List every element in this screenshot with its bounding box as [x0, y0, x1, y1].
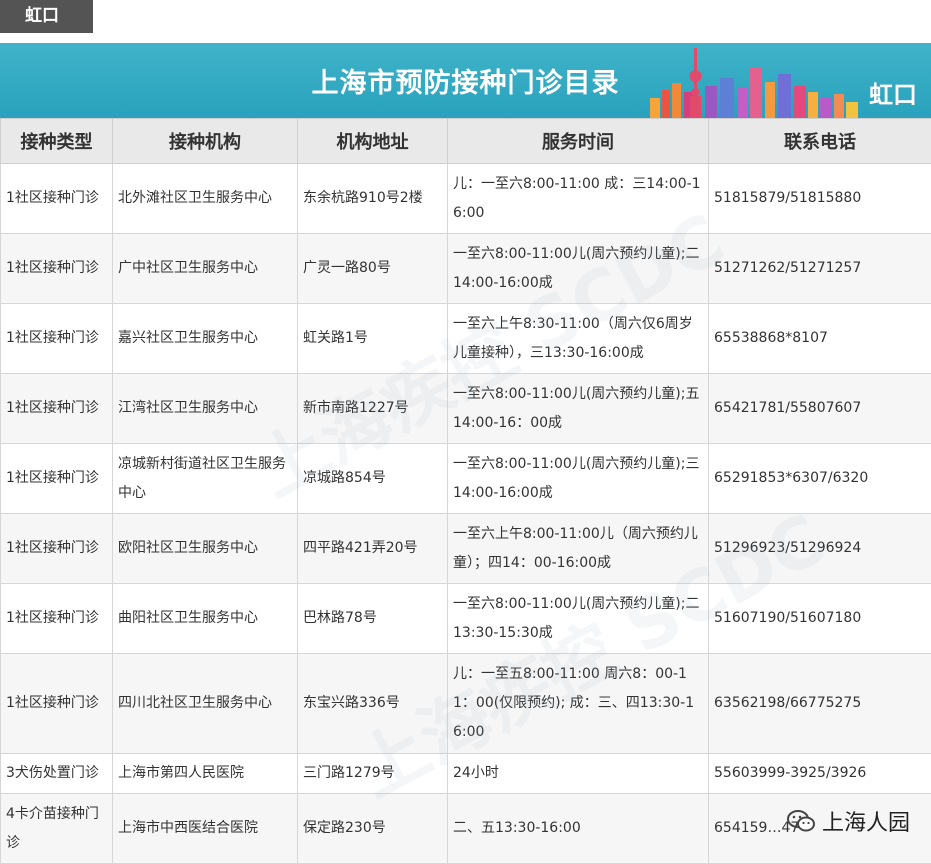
cell-type: 1社区接种门诊: [1, 514, 113, 584]
table-row: 1社区接种门诊 四川北社区卫生服务中心 东宝兴路336号 儿：一至五8:00-1…: [1, 654, 931, 754]
cell-institution: 上海市第四人民医院: [113, 754, 298, 794]
cell-type: 1社区接种门诊: [1, 234, 113, 304]
cell-institution: 上海市中西医结合医院: [113, 794, 298, 864]
cell-address: 凉城路854号: [298, 444, 448, 514]
wechat-account-badge: 上海人园: [786, 806, 910, 836]
banner-title: 上海市预防接种门诊目录: [0, 61, 931, 100]
cell-institution: 欧阳社区卫生服务中心: [113, 514, 298, 584]
cell-hours: 儿：一至五8:00-11:00 周六8：00-11：00(仅限预约); 成：三、…: [448, 654, 709, 754]
cell-address: 东余杭路910号2楼: [298, 164, 448, 234]
cell-hours: 一至六8:00-11:00儿(周六预约儿童);五14:00-16：00成: [448, 374, 709, 444]
cell-address: 广灵一路80号: [298, 234, 448, 304]
cell-institution: 江湾社区卫生服务中心: [113, 374, 298, 444]
cell-hours: 一至六上午8:00-11:00儿（周六预约儿童）；四14：00-16:00成: [448, 514, 709, 584]
cell-hours: 儿：一至六8:00-11:00 成：三14:00-16:00: [448, 164, 709, 234]
cell-type: 1社区接种门诊: [1, 374, 113, 444]
cell-type: 1社区接种门诊: [1, 304, 113, 374]
header-service-hours: 服务时间: [448, 119, 709, 164]
district-tag: 虹口: [0, 0, 93, 33]
cell-phone: 51296923/51296924: [709, 514, 931, 584]
cell-institution: 凉城新村街道社区卫生服务中心: [113, 444, 298, 514]
cell-hours: 一至六8:00-11:00儿(周六预约儿童);三14:00-16:00成: [448, 444, 709, 514]
cell-phone: 55603999-3925/3926: [709, 754, 931, 794]
cell-type: 1社区接种门诊: [1, 654, 113, 754]
cell-address: 保定路230号: [298, 794, 448, 864]
table-row: 1社区接种门诊 曲阳社区卫生服务中心 巴林路78号 一至六8:00-11:00儿…: [1, 584, 931, 654]
table-row: 1社区接种门诊 凉城新村街道社区卫生服务中心 凉城路854号 一至六8:00-1…: [1, 444, 931, 514]
cell-address: 巴林路78号: [298, 584, 448, 654]
clinic-table: 接种类型 接种机构 机构地址 服务时间 联系电话 1社区接种门诊 北外滩社区卫生…: [0, 118, 931, 864]
cell-address: 虹关路1号: [298, 304, 448, 374]
cell-phone: 65538868*8107: [709, 304, 931, 374]
cell-type: 1社区接种门诊: [1, 584, 113, 654]
cell-phone: 51271262/51271257: [709, 234, 931, 304]
cell-type: 1社区接种门诊: [1, 444, 113, 514]
header-phone: 联系电话: [709, 119, 931, 164]
cell-hours: 24小时: [448, 754, 709, 794]
title-banner: 上海市预防接种门诊目录 虹口: [0, 43, 931, 118]
wechat-icon: [786, 808, 816, 834]
header-address: 机构地址: [298, 119, 448, 164]
cell-hours: 一至六上午8:30-11:00（周六仅6周岁儿童接种），三13:30-16:00…: [448, 304, 709, 374]
wechat-account-name: 上海人园: [822, 805, 910, 837]
cell-phone: 65291853*6307/6320: [709, 444, 931, 514]
cell-hours: 二、五13:30-16:00: [448, 794, 709, 864]
cell-phone: 63562198/66775275: [709, 654, 931, 754]
cell-hours: 一至六8:00-11:00儿(周六预约儿童);二14:00-16:00成: [448, 234, 709, 304]
table-header-row: 接种类型 接种机构 机构地址 服务时间 联系电话: [1, 119, 931, 164]
cell-institution: 曲阳社区卫生服务中心: [113, 584, 298, 654]
cell-address: 新市南路1227号: [298, 374, 448, 444]
cell-institution: 北外滩社区卫生服务中心: [113, 164, 298, 234]
cell-type: 4卡介苗接种门诊: [1, 794, 113, 864]
table-row: 1社区接种门诊 江湾社区卫生服务中心 新市南路1227号 一至六8:00-11:…: [1, 374, 931, 444]
header-vaccination-type: 接种类型: [1, 119, 113, 164]
header-institution: 接种机构: [113, 119, 298, 164]
cell-institution: 嘉兴社区卫生服务中心: [113, 304, 298, 374]
table-row: 1社区接种门诊 广中社区卫生服务中心 广灵一路80号 一至六8:00-11:00…: [1, 234, 931, 304]
cell-hours: 一至六8:00-11:00儿(周六预约儿童);二13:30-15:30成: [448, 584, 709, 654]
table-row: 1社区接种门诊 欧阳社区卫生服务中心 四平路421弄20号 一至六上午8:00-…: [1, 514, 931, 584]
cell-institution: 四川北社区卫生服务中心: [113, 654, 298, 754]
cell-type: 3犬伤处置门诊: [1, 754, 113, 794]
cell-phone: 51815879/51815880: [709, 164, 931, 234]
cell-address: 四平路421弄20号: [298, 514, 448, 584]
cell-type: 1社区接种门诊: [1, 164, 113, 234]
table-row: 1社区接种门诊 嘉兴社区卫生服务中心 虹关路1号 一至六上午8:30-11:00…: [1, 304, 931, 374]
cell-phone: 51607190/51607180: [709, 584, 931, 654]
cell-address: 三门路1279号: [298, 754, 448, 794]
banner-district: 虹口: [869, 75, 917, 110]
cell-phone: 65421781/55807607: [709, 374, 931, 444]
cell-address: 东宝兴路336号: [298, 654, 448, 754]
table-row: 3犬伤处置门诊 上海市第四人民医院 三门路1279号 24小时 55603999…: [1, 754, 931, 794]
cell-institution: 广中社区卫生服务中心: [113, 234, 298, 304]
table-row: 1社区接种门诊 北外滩社区卫生服务中心 东余杭路910号2楼 儿：一至六8:00…: [1, 164, 931, 234]
